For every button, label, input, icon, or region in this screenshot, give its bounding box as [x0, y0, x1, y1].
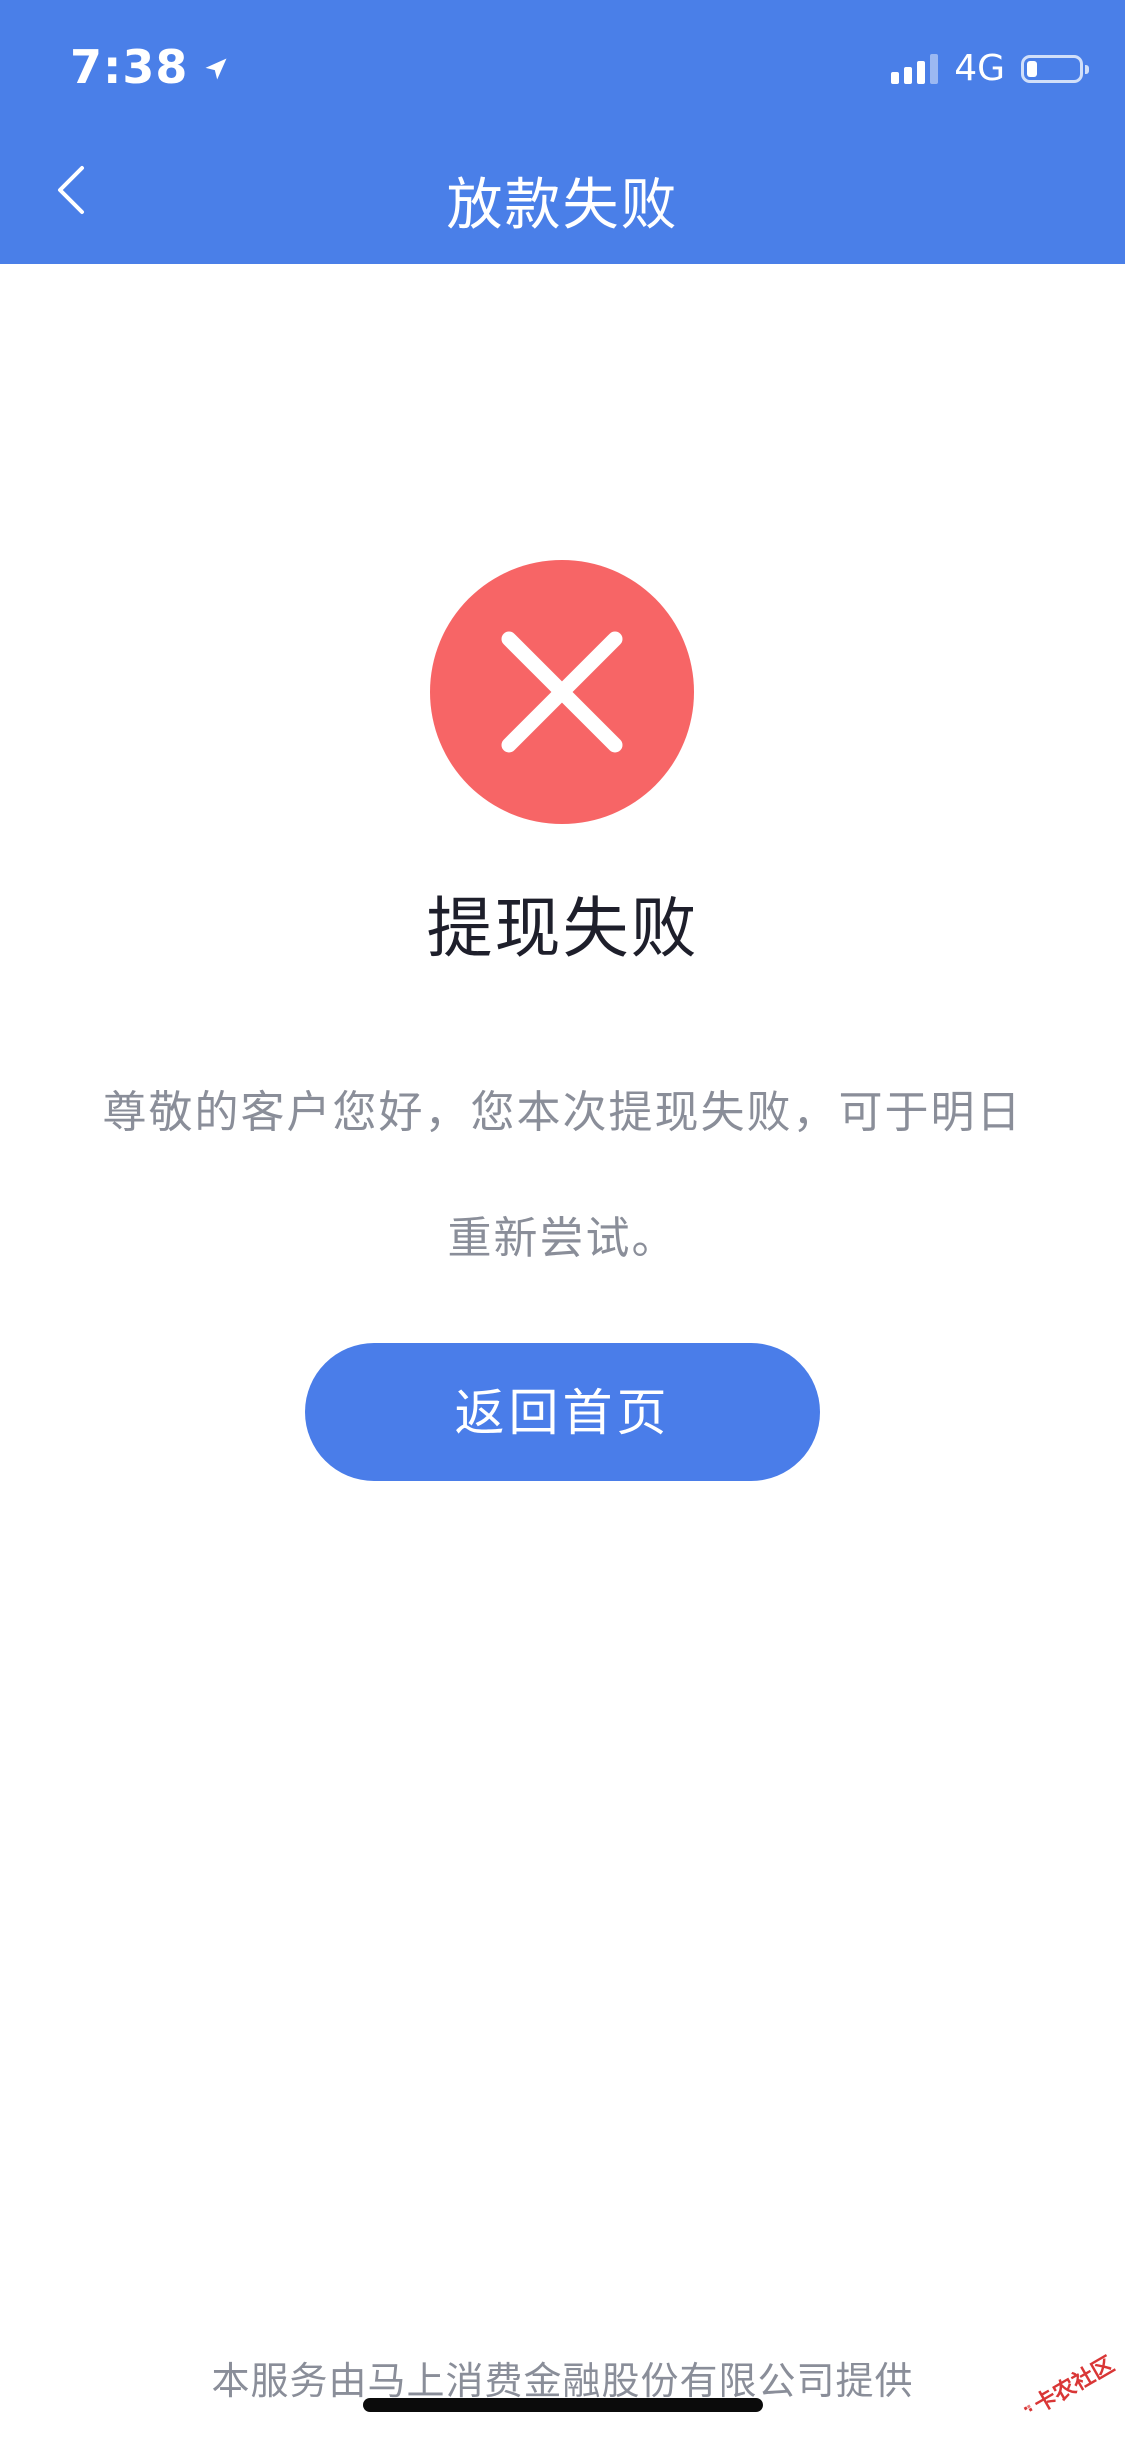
header-bar: 7:38 4G 放款失败 [0, 0, 1125, 264]
location-arrow-icon [202, 40, 230, 94]
error-status-icon [430, 560, 694, 824]
page-title: 放款失败 [446, 173, 679, 238]
result-message: 尊敬的客户您好，您本次提现失败，可于明日重新尝试。 [102, 1087, 1023, 1264]
watermark-text: 卡农社区 [1030, 2352, 1119, 2418]
status-bar-indicators: 4G [891, 48, 1089, 89]
signal-strength-icon [891, 53, 939, 84]
provider-footer: 本服务由马上消费金融股份有限公司提供 [211, 2359, 914, 2403]
status-bar-time: 7:38 [70, 40, 230, 94]
result-title: 提现失败 [426, 890, 699, 967]
home-indicator[interactable] [363, 2398, 763, 2412]
watermark-logo: 卡农社区 [1005, 2326, 1125, 2445]
return-home-button[interactable]: 返回首页 [305, 1343, 820, 1481]
status-time-text: 7:38 [70, 40, 189, 94]
network-type-label: 4G [954, 48, 1005, 89]
close-icon [501, 631, 623, 753]
battery-icon [1021, 54, 1089, 83]
